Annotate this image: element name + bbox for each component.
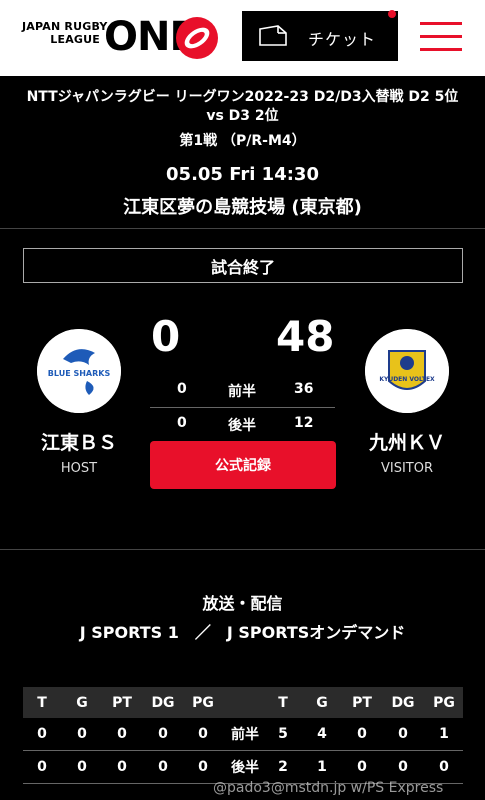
- table-row: 0 0 0 0 0 前半 5 4 0 0 1: [23, 718, 463, 751]
- watermark: @pado3@mstdn.jp w/PS Express: [213, 780, 444, 796]
- stats-cell: 0: [158, 759, 168, 775]
- divider: [0, 549, 485, 550]
- notification-dot: [388, 10, 396, 18]
- home-second-half-score: 0: [177, 415, 187, 431]
- stats-cell: 4: [317, 726, 327, 742]
- site-header: JAPAN RUGBY LEAGUE ONE チケット: [0, 0, 485, 76]
- divider: [0, 228, 485, 229]
- league-one-logo[interactable]: JAPAN RUGBY LEAGUE ONE: [22, 14, 222, 64]
- stats-cell: 0: [37, 759, 47, 775]
- stats-header-row: T G PT DG PG T G PT DG PG: [23, 687, 463, 718]
- first-half-label: 前半: [228, 384, 256, 400]
- second-half-label: 後半: [228, 418, 256, 434]
- stats-cell: 0: [439, 759, 449, 775]
- away-first-half-score: 36: [294, 381, 314, 397]
- away-team-name[interactable]: 九州ＫＶ: [342, 428, 472, 455]
- stats-cell: 0: [357, 759, 367, 775]
- rugby-ball-mark-icon: [176, 17, 218, 59]
- stats-header-cell: G: [76, 694, 88, 711]
- logo-text: JAPAN RUGBY LEAGUE: [22, 20, 108, 46]
- match-title: NTTジャパンラグビー リーグワン2022-23 D2/D3入替戦 D2 5位 …: [26, 89, 459, 124]
- stats-cell: 0: [37, 726, 47, 742]
- match-subtitle: 第1戦 （P/R-M4）: [179, 133, 306, 149]
- first-half-row: 0 前半 36: [150, 381, 335, 403]
- stats-header-cell: PG: [192, 694, 214, 711]
- stats-header-cell: DG: [151, 694, 175, 711]
- stats-header-cell: T: [278, 694, 288, 711]
- stats-cell: 2: [278, 759, 288, 775]
- match-venue: 江東区夢の島競技場 (東京都): [123, 197, 362, 218]
- stats-cell: 0: [398, 759, 408, 775]
- away-logo-text: KYUDEN VOLTEX: [379, 376, 435, 383]
- home-logo-text: BLUE SHARKS: [48, 369, 111, 378]
- stats-header-cell: PG: [433, 694, 455, 711]
- stats-header-cell: T: [37, 694, 47, 711]
- match-status-badge: 試合終了: [23, 248, 463, 283]
- stats-cell: 0: [117, 726, 127, 742]
- home-team-name[interactable]: 江東ＢＳ: [14, 428, 144, 455]
- stats-row-label: 後半: [231, 760, 259, 776]
- stats-cell: 0: [357, 726, 367, 742]
- home-team-logo[interactable]: BLUE SHARKS: [37, 329, 121, 413]
- logo-line2: LEAGUE: [50, 33, 100, 46]
- ticket-label: チケット: [308, 30, 377, 49]
- match-datetime: 05.05 Fri 14:30: [166, 164, 319, 185]
- stats-cell: 0: [77, 726, 87, 742]
- official-record-button[interactable]: 公式記録: [150, 441, 336, 489]
- ticket-button[interactable]: チケット: [242, 11, 398, 61]
- half-divider: [150, 407, 335, 408]
- logo-line1: JAPAN RUGBY: [22, 20, 108, 33]
- away-team-logo[interactable]: KYUDEN VOLTEX: [365, 329, 449, 413]
- stats-row-label: 前半: [231, 727, 259, 743]
- stats-cell: 0: [77, 759, 87, 775]
- away-team-role: VISITOR: [380, 461, 434, 476]
- stats-cell: 5: [278, 726, 288, 742]
- ticket-icon: [259, 25, 287, 46]
- stats-header-cell: PT: [112, 694, 132, 711]
- stats-header-cell: DG: [391, 694, 415, 711]
- stats-header-cell: G: [316, 694, 328, 711]
- home-team-role: HOST: [60, 461, 98, 476]
- stats-cell: 1: [439, 726, 449, 742]
- away-score: 48: [276, 312, 335, 361]
- away-second-half-score: 12: [294, 415, 314, 431]
- home-first-half-score: 0: [177, 381, 187, 397]
- stats-cell: 0: [398, 726, 408, 742]
- broadcast-channels: J SPORTS 1 ／ J SPORTSオンデマンド: [79, 623, 406, 642]
- stats-header-cell: PT: [352, 694, 372, 711]
- stats-cell: 0: [198, 759, 208, 775]
- stats-cell: 0: [117, 759, 127, 775]
- broadcast-title: 放送・配信: [202, 594, 283, 613]
- home-score: 0: [151, 312, 181, 361]
- stats-cell: 0: [198, 726, 208, 742]
- stats-cell: 0: [158, 726, 168, 742]
- hamburger-menu-icon[interactable]: [420, 22, 462, 52]
- second-half-row: 0 後半 12: [150, 415, 335, 437]
- stats-cell: 1: [317, 759, 327, 775]
- stats-table: T G PT DG PG T G PT DG PG 0 0 0 0 0 前半 5…: [23, 687, 463, 784]
